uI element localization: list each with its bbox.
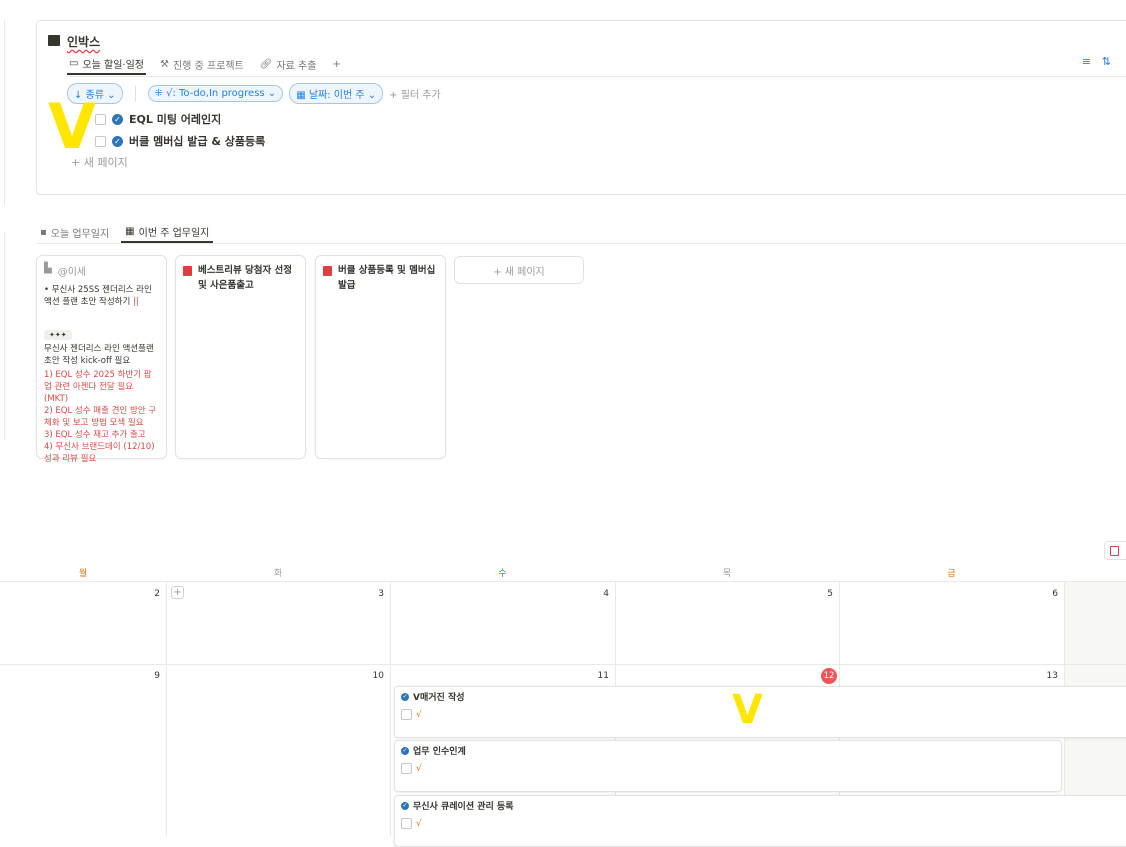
- check-circle-icon: ✓: [112, 113, 123, 125]
- calendar-icon: ▭: [69, 57, 79, 69]
- inbox-title[interactable]: 인박스: [67, 33, 100, 50]
- divider: [134, 85, 136, 102]
- divider: [0, 664, 1126, 665]
- divider: [0, 581, 1126, 582]
- page-icon: [183, 266, 192, 276]
- list-item[interactable]: ✓ EQL 미팅 어레인지: [95, 111, 221, 127]
- checkbox[interactable]: [401, 818, 412, 829]
- filter-bar: ↓ 종류 ⌄ ⁜ √: To-do,In progress ⌄ ▦ 날짜: 이번…: [67, 83, 441, 104]
- today-marker: 12: [821, 668, 837, 684]
- day-number: 13: [1046, 671, 1058, 681]
- today-button[interactable]: [1104, 541, 1126, 560]
- inbox-tabs: ▭ 오늘 할일·일정 ⚒ 진행 중 프로젝트 🔗︎ 자료 추출 +: [67, 53, 343, 75]
- card-author: ▙ @이세: [44, 263, 87, 278]
- calendar-event[interactable]: ✓ 무신사 큐레이션 관리 등록 √: [394, 795, 1126, 847]
- add-tab-button[interactable]: +: [330, 53, 342, 75]
- sidebar-edge: [0, 232, 5, 440]
- sidebar-edge: [0, 20, 5, 205]
- day-number: 9: [154, 671, 160, 681]
- weekday-label: 수: [498, 569, 507, 579]
- date-filter-chip[interactable]: ▦ 날짜: 이번 주 ⌄: [289, 83, 384, 104]
- add-event-button[interactable]: +: [171, 586, 184, 599]
- divider: [390, 581, 391, 836]
- checkbox[interactable]: [401, 709, 412, 720]
- checkbox[interactable]: [95, 135, 106, 147]
- worklog-card[interactable]: 베스트리뷰 당첨자 선정 및 사은품출고: [175, 255, 306, 459]
- checkbox[interactable]: [401, 763, 412, 774]
- weekday-label: 금: [947, 569, 956, 579]
- card-bullet: • 무신사 25SS 젠더리스 라인 액션 플랜 초안 작성하기 ||: [44, 285, 152, 307]
- tab-today-worklog[interactable]: ▪ 오늘 업무일지: [36, 222, 113, 243]
- day-number: 6: [1052, 589, 1058, 599]
- status-filter-chip[interactable]: ⁜ √: To-do,In progress ⌄: [147, 85, 284, 102]
- checkbox[interactable]: [95, 113, 106, 125]
- divider: [67, 76, 1126, 77]
- day-number: 2: [154, 589, 160, 599]
- check-circle-icon: ✓: [401, 692, 409, 701]
- day-number: 4: [603, 589, 609, 599]
- card-notes: 1) EQL 성수 2025 하반기 팝업 관련 아젠다 전달 필요 (MKT)…: [44, 370, 157, 464]
- worklog-card[interactable]: ▙ @이세 • 무신사 25SS 젠더리스 라인 액션 플랜 초안 작성하기 ||…: [36, 255, 167, 464]
- highlight-mark: V: [48, 90, 96, 163]
- check-circle-icon: ✓: [401, 746, 409, 755]
- weekday-label: 목: [722, 569, 732, 579]
- page-icon: [323, 266, 332, 276]
- day-number: 3: [378, 589, 384, 599]
- tab-today-tasks[interactable]: ▭ 오늘 할일·일정: [67, 53, 147, 75]
- weekday-label: 화: [273, 569, 283, 579]
- page-icon: ▙: [44, 263, 52, 274]
- weekday-label: 월: [78, 569, 88, 579]
- tab-resources[interactable]: 🔗︎ 자료 추출: [258, 53, 319, 75]
- sort-icon[interactable]: ⇅: [1102, 55, 1111, 68]
- archive-icon: [48, 35, 60, 46]
- day-number: 5: [827, 589, 833, 599]
- inbox-database: 인박스 ▭ 오늘 할일·일정 ⚒ 진행 중 프로젝트 🔗︎ 자료 추출 + ≡ ⇅ ↓…: [36, 20, 1126, 195]
- add-filter-button[interactable]: + 필터 추가: [389, 86, 441, 101]
- list-item[interactable]: ✓ 버클 멤버십 발급 & 상품등록: [95, 133, 265, 149]
- calendar-icon: ▪: [40, 227, 47, 238]
- day-number: 11: [597, 671, 609, 681]
- card-badge: ✦✦✦: [44, 330, 72, 340]
- filter-icon[interactable]: ≡: [1082, 55, 1091, 68]
- card-body: 무신사 젠더리스 라인 액션플랜 초안 작성 kick-off 필요: [44, 344, 154, 366]
- calendar-icon: [1110, 546, 1119, 556]
- check-circle-icon: ✓: [401, 801, 409, 810]
- calendar-icon: ▦: [125, 226, 135, 237]
- hammer-icon: ⚒: [160, 58, 169, 70]
- divider: [36, 243, 1126, 244]
- day-number: 10: [372, 671, 384, 681]
- calendar: 월 화 수 목 금 + 2 3 4 5 6 9 10 11 12 13 ✓ V매거…: [0, 560, 1126, 847]
- calendar-event[interactable]: ✓ 업무 인수인계 √: [394, 740, 1062, 792]
- new-page-button[interactable]: + 새 페이지: [454, 256, 584, 284]
- tab-projects[interactable]: ⚒ 진행 중 프로젝트: [158, 53, 246, 75]
- divider: [166, 581, 167, 836]
- check-circle-icon: ✓: [112, 135, 123, 147]
- link-icon: 🔗︎: [259, 58, 273, 70]
- worklog-card[interactable]: 버클 상품등록 및 멤버십 발급: [315, 255, 446, 459]
- highlight-mark: V: [732, 687, 763, 733]
- tab-week-worklog[interactable]: ▦ 이번 주 업무일지: [121, 222, 214, 243]
- worklog-tabs: ▪ 오늘 업무일지 ▦ 이번 주 업무일지: [36, 222, 214, 243]
